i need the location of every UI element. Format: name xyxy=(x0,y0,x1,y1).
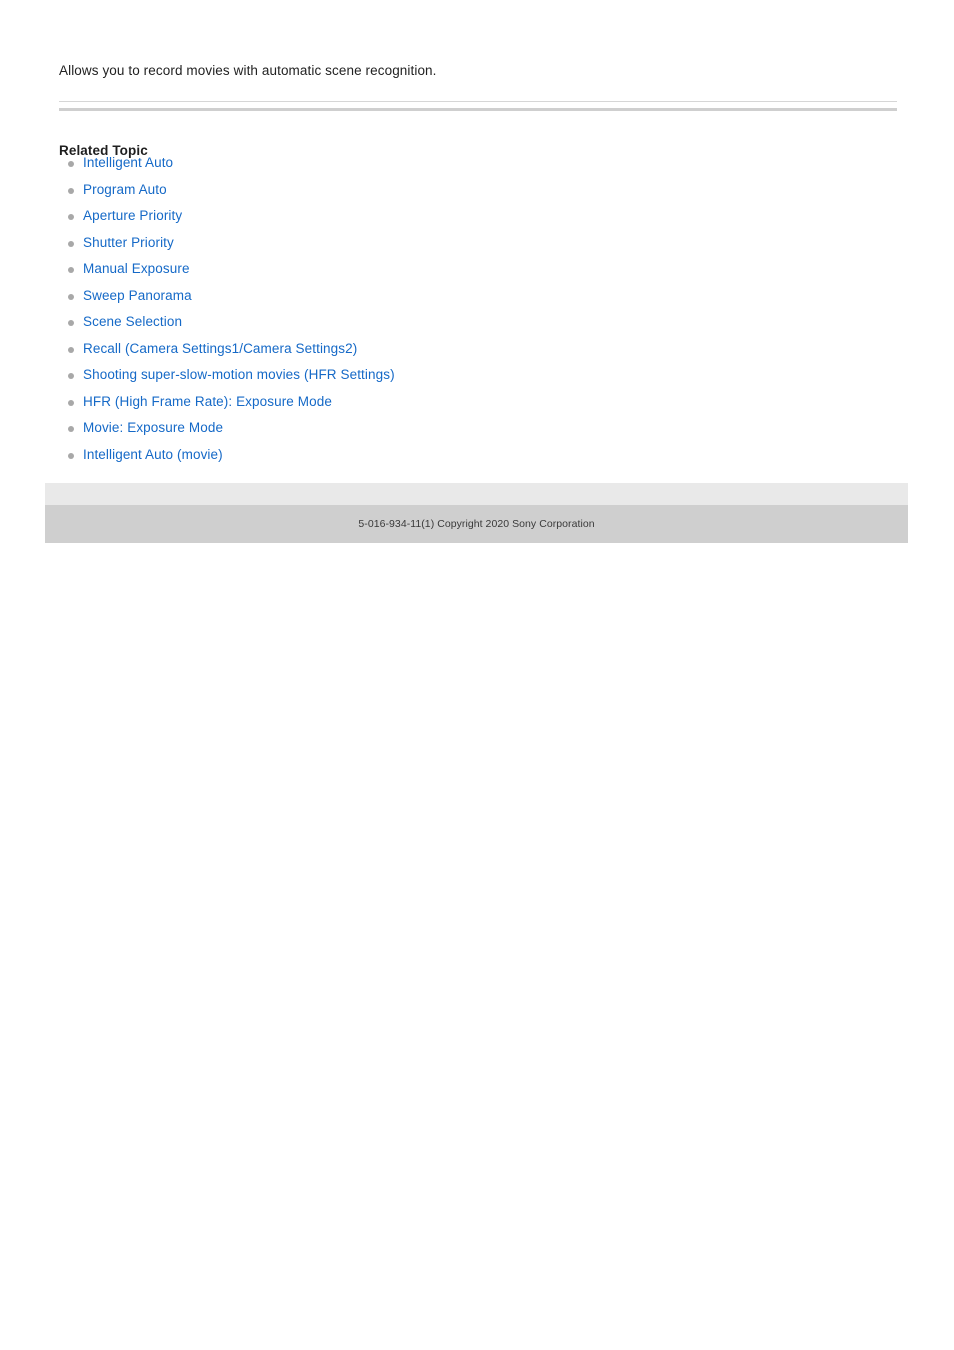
list-item: Shooting super-slow-motion movies (HFR S… xyxy=(59,367,899,394)
list-item: Aperture Priority xyxy=(59,208,899,235)
list-item: Recall (Camera Settings1/Camera Settings… xyxy=(59,341,899,368)
bullet-dot-icon xyxy=(68,373,74,379)
related-topic-link[interactable]: Recall (Camera Settings1/Camera Settings… xyxy=(83,341,357,357)
bullet-dot-icon xyxy=(68,161,74,167)
related-topic-link[interactable]: HFR (High Frame Rate): Exposure Mode xyxy=(83,394,332,410)
bullet-dot-icon xyxy=(68,187,74,194)
list-item: Scene Selection xyxy=(59,314,899,341)
list-item: Intelligent Auto (movie) xyxy=(59,447,899,474)
list-item: Movie: Exposure Mode xyxy=(59,420,899,447)
intro-paragraph: Allows you to record movies with automat… xyxy=(59,62,437,78)
bullet-dot-icon xyxy=(68,426,74,432)
list-item: Manual Exposure xyxy=(59,261,899,288)
related-topic-link[interactable]: Shooting super-slow-motion movies (HFR S… xyxy=(83,367,395,383)
bullet-dot-icon xyxy=(68,293,74,300)
related-topic-link[interactable]: Sweep Panorama xyxy=(83,288,192,304)
bullet-dot-icon xyxy=(68,399,74,406)
bullet-dot-icon xyxy=(68,452,74,459)
document-page: Allows you to record movies with automat… xyxy=(0,0,954,1350)
copyright-text: 5-016-934-11(1) Copyright 2020 Sony Corp… xyxy=(358,518,595,530)
bullet-dot-icon xyxy=(68,346,74,353)
section-divider xyxy=(59,101,897,111)
bullet-dot-icon xyxy=(68,267,74,273)
related-topic-link[interactable]: Program Auto xyxy=(83,182,167,198)
list-item: Program Auto xyxy=(59,182,899,209)
related-topic-list: Intelligent Auto Program Auto Aperture P… xyxy=(59,155,899,473)
list-item: Intelligent Auto xyxy=(59,155,899,182)
related-topic-link[interactable]: Shutter Priority xyxy=(83,235,174,251)
footer-bottom-band: 5-016-934-11(1) Copyright 2020 Sony Corp… xyxy=(45,505,908,543)
footer-top-band xyxy=(45,483,908,505)
divider-rule-thick xyxy=(59,108,897,111)
bullet-dot-icon xyxy=(68,214,74,220)
list-item: HFR (High Frame Rate): Exposure Mode xyxy=(59,394,899,421)
related-topic-link[interactable]: Scene Selection xyxy=(83,314,182,330)
related-topic-link[interactable]: Movie: Exposure Mode xyxy=(83,420,223,436)
list-item: Shutter Priority xyxy=(59,235,899,262)
related-topic-link[interactable]: Intelligent Auto xyxy=(83,155,173,171)
related-topic-link[interactable]: Aperture Priority xyxy=(83,208,182,224)
list-item: Sweep Panorama xyxy=(59,288,899,315)
bullet-dot-icon xyxy=(68,240,74,247)
page-footer: 5-016-934-11(1) Copyright 2020 Sony Corp… xyxy=(45,483,908,543)
bullet-dot-icon xyxy=(68,320,74,326)
related-topic-link[interactable]: Intelligent Auto (movie) xyxy=(83,447,223,463)
related-topic-link[interactable]: Manual Exposure xyxy=(83,261,190,277)
